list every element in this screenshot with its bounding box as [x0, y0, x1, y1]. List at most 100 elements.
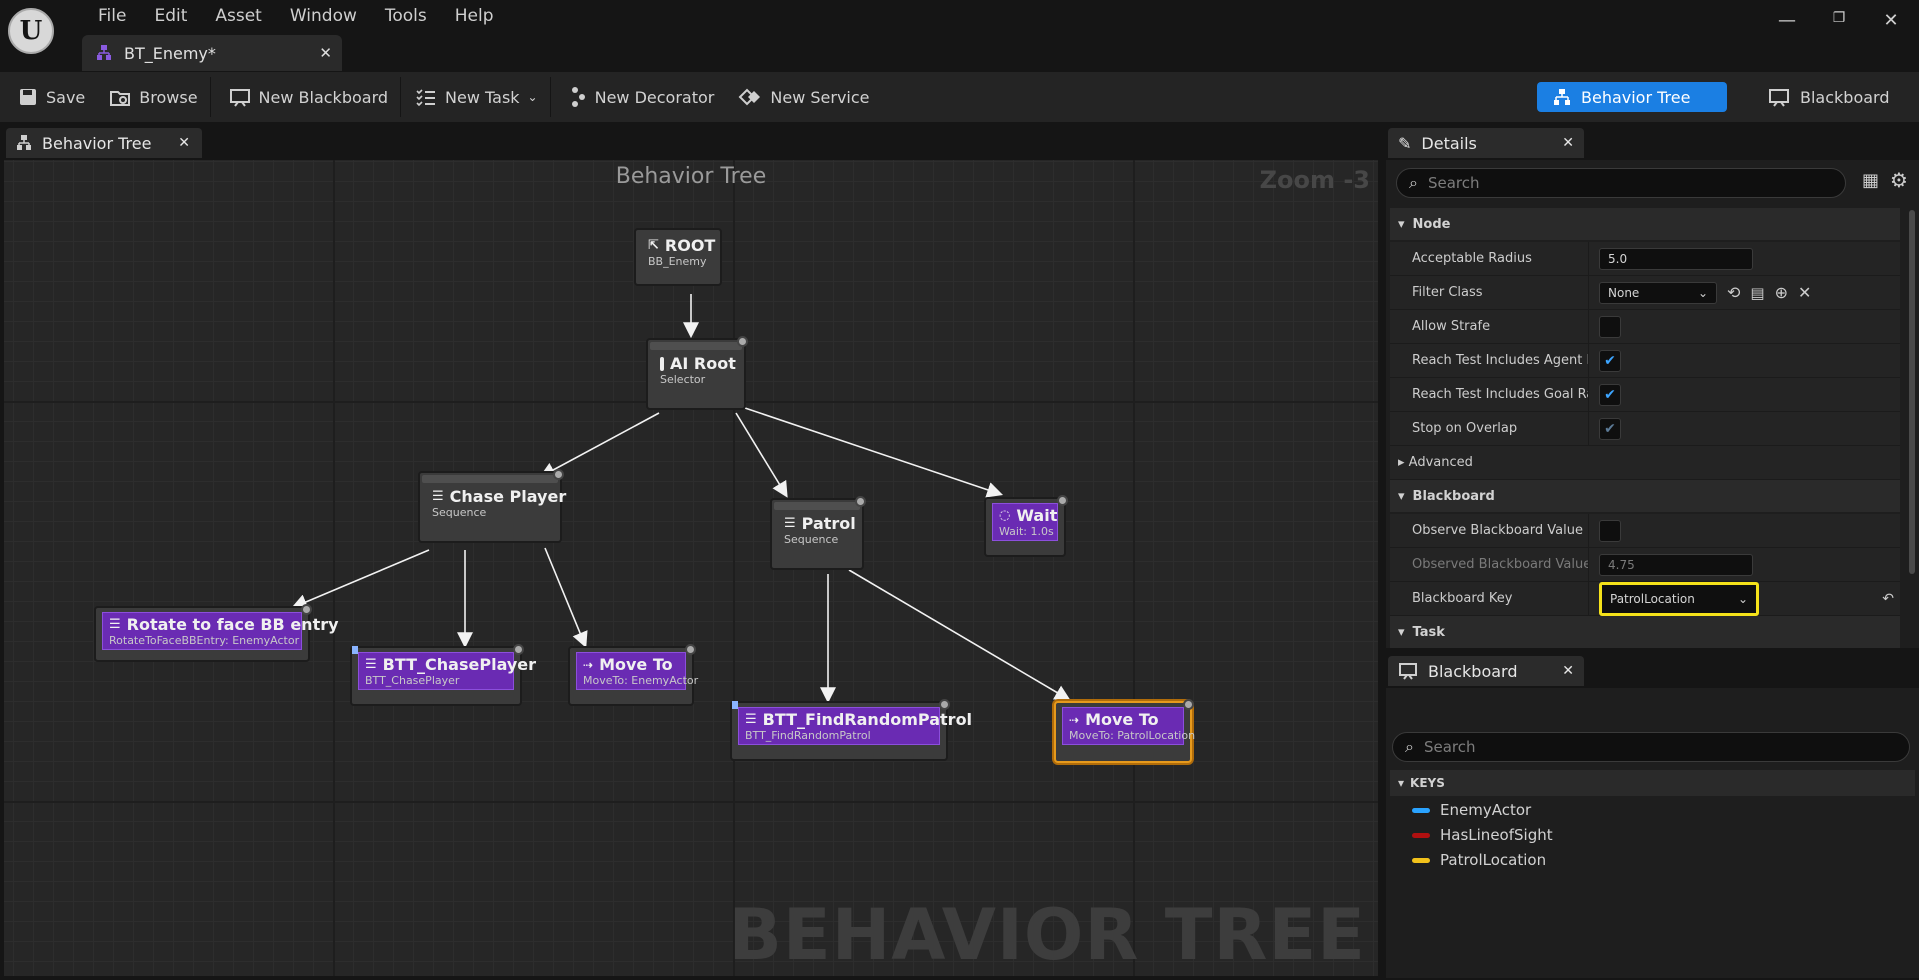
clear-icon[interactable]: ✕ — [1798, 283, 1811, 302]
row-advanced[interactable]: ▸ Advanced — [1390, 446, 1900, 480]
node-chase-player[interactable]: ☰ Chase Player Sequence — [418, 469, 566, 543]
restore-icon[interactable]: ❐ — [1813, 10, 1865, 31]
section-node[interactable]: ▾ Node — [1390, 208, 1900, 240]
browse-folder-icon — [110, 91, 131, 106]
section-node-label: Node — [1412, 216, 1451, 232]
menu-window[interactable]: Window — [276, 4, 371, 28]
menu-bar: File Edit Asset Window Tools Help — [84, 4, 508, 28]
add-icon[interactable]: ⊕ — [1775, 283, 1788, 302]
node-ai-root-title: AI Root — [670, 354, 736, 373]
blackboard-icon — [1399, 663, 1417, 680]
node-root-subtitle: BB_Enemy — [648, 255, 707, 268]
node-root-title: ROOT — [664, 236, 716, 255]
reach-agent-checkbox[interactable]: ✔ — [1599, 349, 1621, 372]
row-stop-overlap: Stop on Overlap ✔ — [1390, 412, 1900, 446]
node-pin — [513, 644, 524, 655]
close-icon[interactable]: ✕ — [1562, 135, 1574, 151]
row-acceptable-radius: Acceptable Radius 5.0 — [1390, 242, 1900, 276]
tab-behavior-tree[interactable]: Behavior Tree ✕ — [6, 128, 202, 158]
browse-folder-icon[interactable]: ▤ — [1750, 284, 1764, 302]
close-icon[interactable]: ✕ — [319, 44, 332, 62]
node-pin — [737, 336, 748, 347]
allow-strafe-checkbox[interactable] — [1599, 315, 1621, 338]
close-icon[interactable]: ✕ — [1562, 663, 1574, 679]
new-decorator-button[interactable]: New Decorator — [551, 79, 727, 115]
blackboard-key-dropdown[interactable]: PatrolLocation ⌄ — [1599, 581, 1759, 616]
unreal-logo[interactable]: U — [8, 8, 54, 54]
window-controls: — ❐ ✕ — [1761, 10, 1917, 31]
minimize-icon[interactable]: — — [1761, 10, 1813, 31]
reach-goal-label: Reach Test Includes Goal Ra... — [1412, 387, 1588, 402]
keys-header[interactable]: ▾ KEYS — [1390, 770, 1915, 796]
section-task[interactable]: ▾ Task — [1390, 616, 1900, 648]
node-root[interactable]: ⇱ ROOT BB_Enemy — [634, 228, 722, 286]
bb-key-enemyactor[interactable]: EnemyActor — [1412, 801, 1531, 819]
reset-icon[interactable]: ↶ — [1882, 591, 1894, 607]
save-button[interactable]: Save — [0, 79, 97, 115]
chevron-down-icon: ▾ — [1398, 216, 1405, 232]
edge-patrol-movetopatrol — [848, 569, 1071, 701]
behavior-tree-icon — [1554, 89, 1570, 105]
node-patrol[interactable]: ☰ Patrol Sequence — [770, 496, 866, 570]
mode-behavior-tree-button[interactable]: Behavior Tree — [1537, 82, 1727, 112]
bb-key-haslineofsight[interactable]: HasLineofSight — [1412, 826, 1553, 844]
reach-goal-checkbox[interactable]: ✔ — [1599, 383, 1621, 406]
node-chase-subtitle: Sequence — [432, 506, 487, 519]
node-pin — [855, 496, 866, 507]
bb-key-patrollocation[interactable]: PatrolLocation — [1412, 851, 1546, 869]
advanced-label: ▸ Advanced — [1390, 455, 1588, 470]
node-top-bar — [650, 342, 742, 350]
decorator-icon — [571, 87, 585, 107]
tab-details[interactable]: ✎ Details ✕ — [1388, 128, 1584, 158]
menu-help[interactable]: Help — [441, 4, 508, 28]
menu-asset[interactable]: Asset — [201, 4, 275, 28]
document-tab[interactable]: BT_Enemy* ✕ — [82, 35, 342, 71]
row-reach-goal: Reach Test Includes Goal Ra... ✔ — [1390, 378, 1900, 412]
node-moveto-patrol-selected[interactable]: ⇢ Move To MoveTo: PatrolLocation — [1054, 699, 1195, 763]
node-btt-chaseplayer[interactable]: ☰ BTT_ChasePlayer BTT_ChasePlayer — [350, 644, 536, 706]
new-task-button[interactable]: New Task ⌄ — [401, 79, 550, 115]
mode-blackboard-button[interactable]: Blackboard — [1752, 82, 1906, 112]
browse-back-icon[interactable]: ⟲ — [1727, 283, 1740, 302]
node-btt-findrandompatrol[interactable]: ☰ BTT_FindRandomPatrol BTT_FindRandomPatr… — [730, 699, 972, 761]
chevron-down-icon: ⌄ — [527, 90, 538, 104]
node-wait[interactable]: ◌ Wait Wait: 1.0s — [984, 495, 1068, 557]
new-blackboard-button[interactable]: New Blackboard — [211, 79, 400, 115]
filter-class-value: None — [1608, 285, 1640, 300]
table-view-icon[interactable]: ▦ — [1862, 170, 1879, 191]
window-close-icon[interactable]: ✕ — [1865, 10, 1917, 31]
node-top-bar — [422, 475, 558, 483]
blackboard-search-input[interactable]: ⌕ Search — [1392, 732, 1910, 762]
gear-icon[interactable]: ⚙ — [1890, 168, 1908, 192]
node-pin — [1183, 699, 1194, 710]
menu-edit[interactable]: Edit — [140, 4, 201, 28]
menu-file[interactable]: File — [84, 4, 140, 28]
details-search-input[interactable]: ⌕ Search — [1396, 168, 1846, 198]
observed-label: Observed Blackboard Value... — [1412, 557, 1588, 572]
close-icon[interactable]: ✕ — [178, 135, 190, 151]
stop-overlap-checkbox[interactable]: ✔ — [1599, 417, 1621, 440]
chevron-down-icon: ▾ — [1398, 624, 1405, 640]
node-moveto-enemy[interactable]: ⇢ Move To MoveTo: EnemyActor — [568, 644, 698, 706]
search-icon: ⌕ — [1405, 737, 1414, 756]
edge-chase-rotate — [291, 549, 430, 610]
section-blackboard[interactable]: ▾ Blackboard — [1390, 480, 1900, 512]
behavior-tree-graph[interactable]: Behavior Tree Zoom -3 BEHAVIOR TREE ⇱ ROO… — [4, 160, 1378, 976]
node-rotate-to-face[interactable]: ☰ Rotate to face BB entry RotateToFaceBBE… — [94, 604, 339, 662]
tab-blackboard-label: Blackboard — [1428, 661, 1518, 681]
filter-class-dropdown[interactable]: None ⌄ — [1599, 281, 1717, 304]
observe-checkbox[interactable] — [1599, 519, 1621, 542]
blueprint-flag-icon — [352, 646, 358, 654]
node-ai-root[interactable]: AI Root Selector — [646, 336, 748, 410]
key-type-swatch — [1412, 832, 1430, 838]
task-list-icon — [416, 89, 436, 107]
details-scrollbar[interactable] — [1909, 210, 1915, 574]
node-btt-find-subtitle: BTT_FindRandomPatrol — [745, 729, 871, 742]
tab-blackboard[interactable]: Blackboard ✕ — [1388, 656, 1584, 686]
behavior-tree-icon — [97, 45, 111, 60]
browse-button[interactable]: Browse — [97, 79, 209, 115]
menu-tools[interactable]: Tools — [371, 4, 441, 28]
acceptable-radius-input[interactable]: 5.0 — [1599, 247, 1753, 270]
advanced-text: Advanced — [1408, 455, 1473, 470]
new-service-button[interactable]: New Service — [726, 79, 881, 115]
